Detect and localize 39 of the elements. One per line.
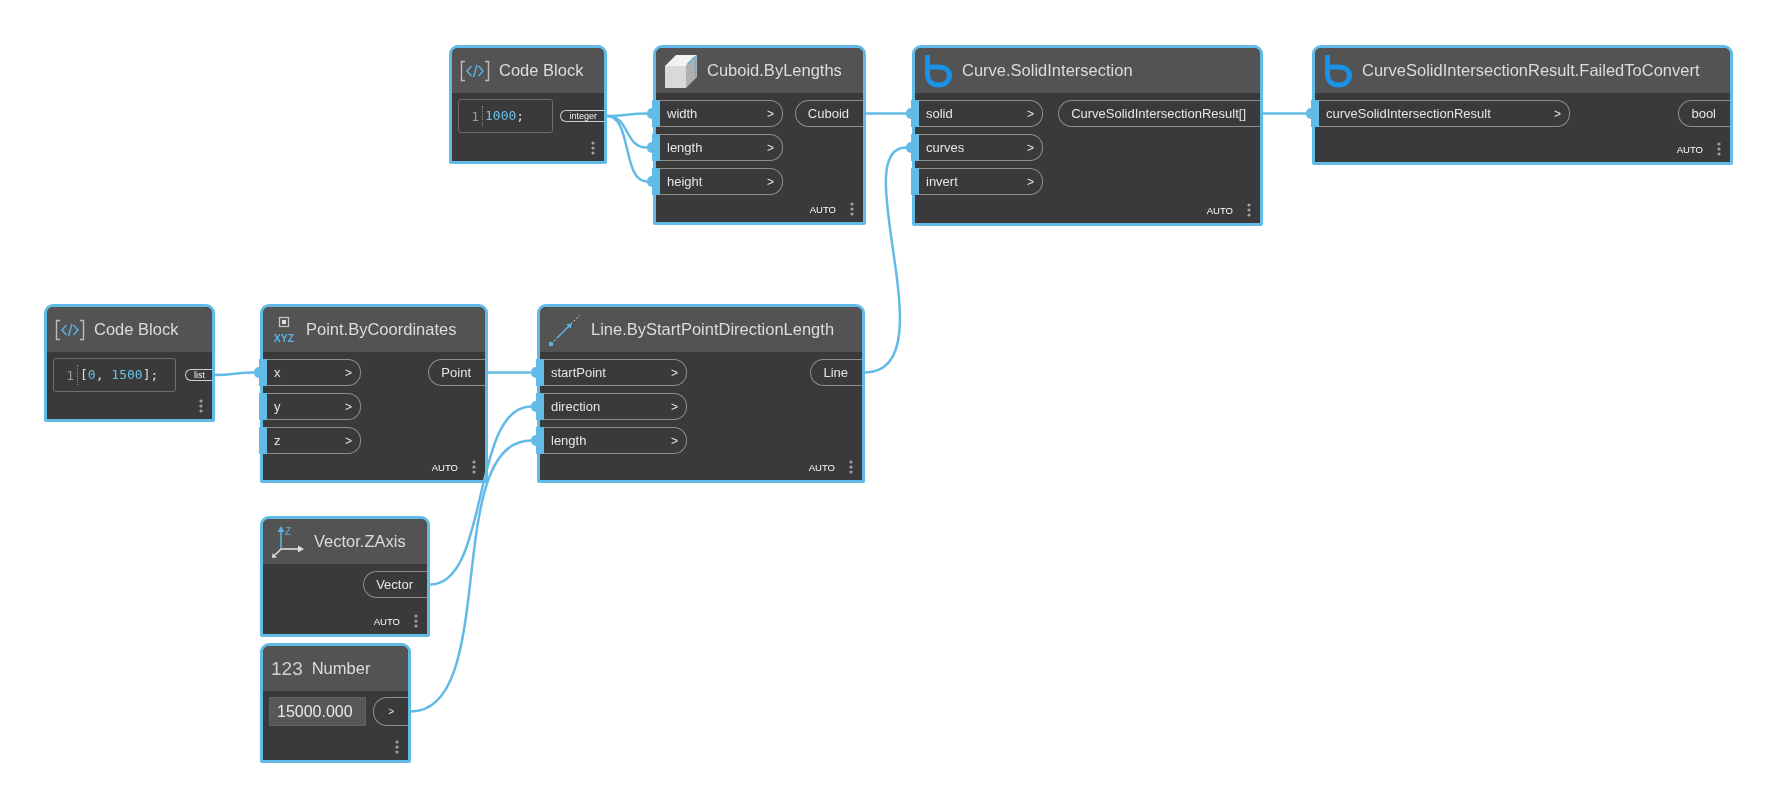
lacing-label: AUTO: [1676, 143, 1703, 155]
more-options-icon[interactable]: [395, 740, 399, 754]
node-title: Point.ByCoordinates: [306, 320, 457, 339]
lacing-label: AUTO: [431, 461, 458, 473]
code-editor[interactable]: 1 [0, 1500];: [53, 358, 176, 392]
code-brackets-icon: [55, 318, 85, 341]
letter-b-icon: [923, 53, 953, 88]
lacing-label: AUTO: [373, 615, 400, 627]
node-title: Code Block: [499, 61, 584, 80]
cuboid-icon: [664, 52, 698, 89]
line-arrow-icon: [548, 312, 582, 347]
type-label: 123: [271, 657, 303, 680]
node-title: Number: [311, 659, 371, 678]
lacing-label: AUTO: [1206, 204, 1233, 216]
node-title: Line.ByStartPointDirectionLength: [591, 320, 835, 339]
more-options-icon[interactable]: [1717, 142, 1721, 156]
lacing-label: AUTO: [809, 203, 836, 215]
more-options-icon[interactable]: [849, 460, 853, 474]
code-brackets-icon: [460, 59, 490, 82]
more-options-icon[interactable]: [472, 460, 476, 474]
code-text: [0, 1500];: [77, 365, 159, 385]
line-number: 1: [470, 108, 480, 124]
more-options-icon[interactable]: [591, 141, 595, 155]
letter-b-icon: [1323, 53, 1353, 88]
node-title: CurveSolidIntersectionResult.FailedToConvert: [1362, 61, 1700, 80]
node-title: Vector.ZAxis: [314, 532, 406, 551]
more-options-icon[interactable]: [1247, 203, 1251, 217]
more-options-icon[interactable]: [850, 202, 854, 216]
more-options-icon[interactable]: [414, 614, 418, 628]
code-editor[interactable]: 1 1000;: [458, 99, 553, 133]
code-text: 1000;: [482, 106, 525, 126]
output-port[interactable]: >: [373, 697, 408, 726]
more-options-icon[interactable]: [199, 399, 203, 413]
number-field[interactable]: 15000.000: [269, 697, 366, 726]
lacing-label: AUTO: [808, 461, 835, 473]
line-number: 1: [65, 367, 75, 383]
node-title: Cuboid.ByLengths: [707, 61, 842, 80]
node-title: Code Block: [94, 320, 179, 339]
node-title: Curve.SolidIntersection: [962, 61, 1133, 80]
